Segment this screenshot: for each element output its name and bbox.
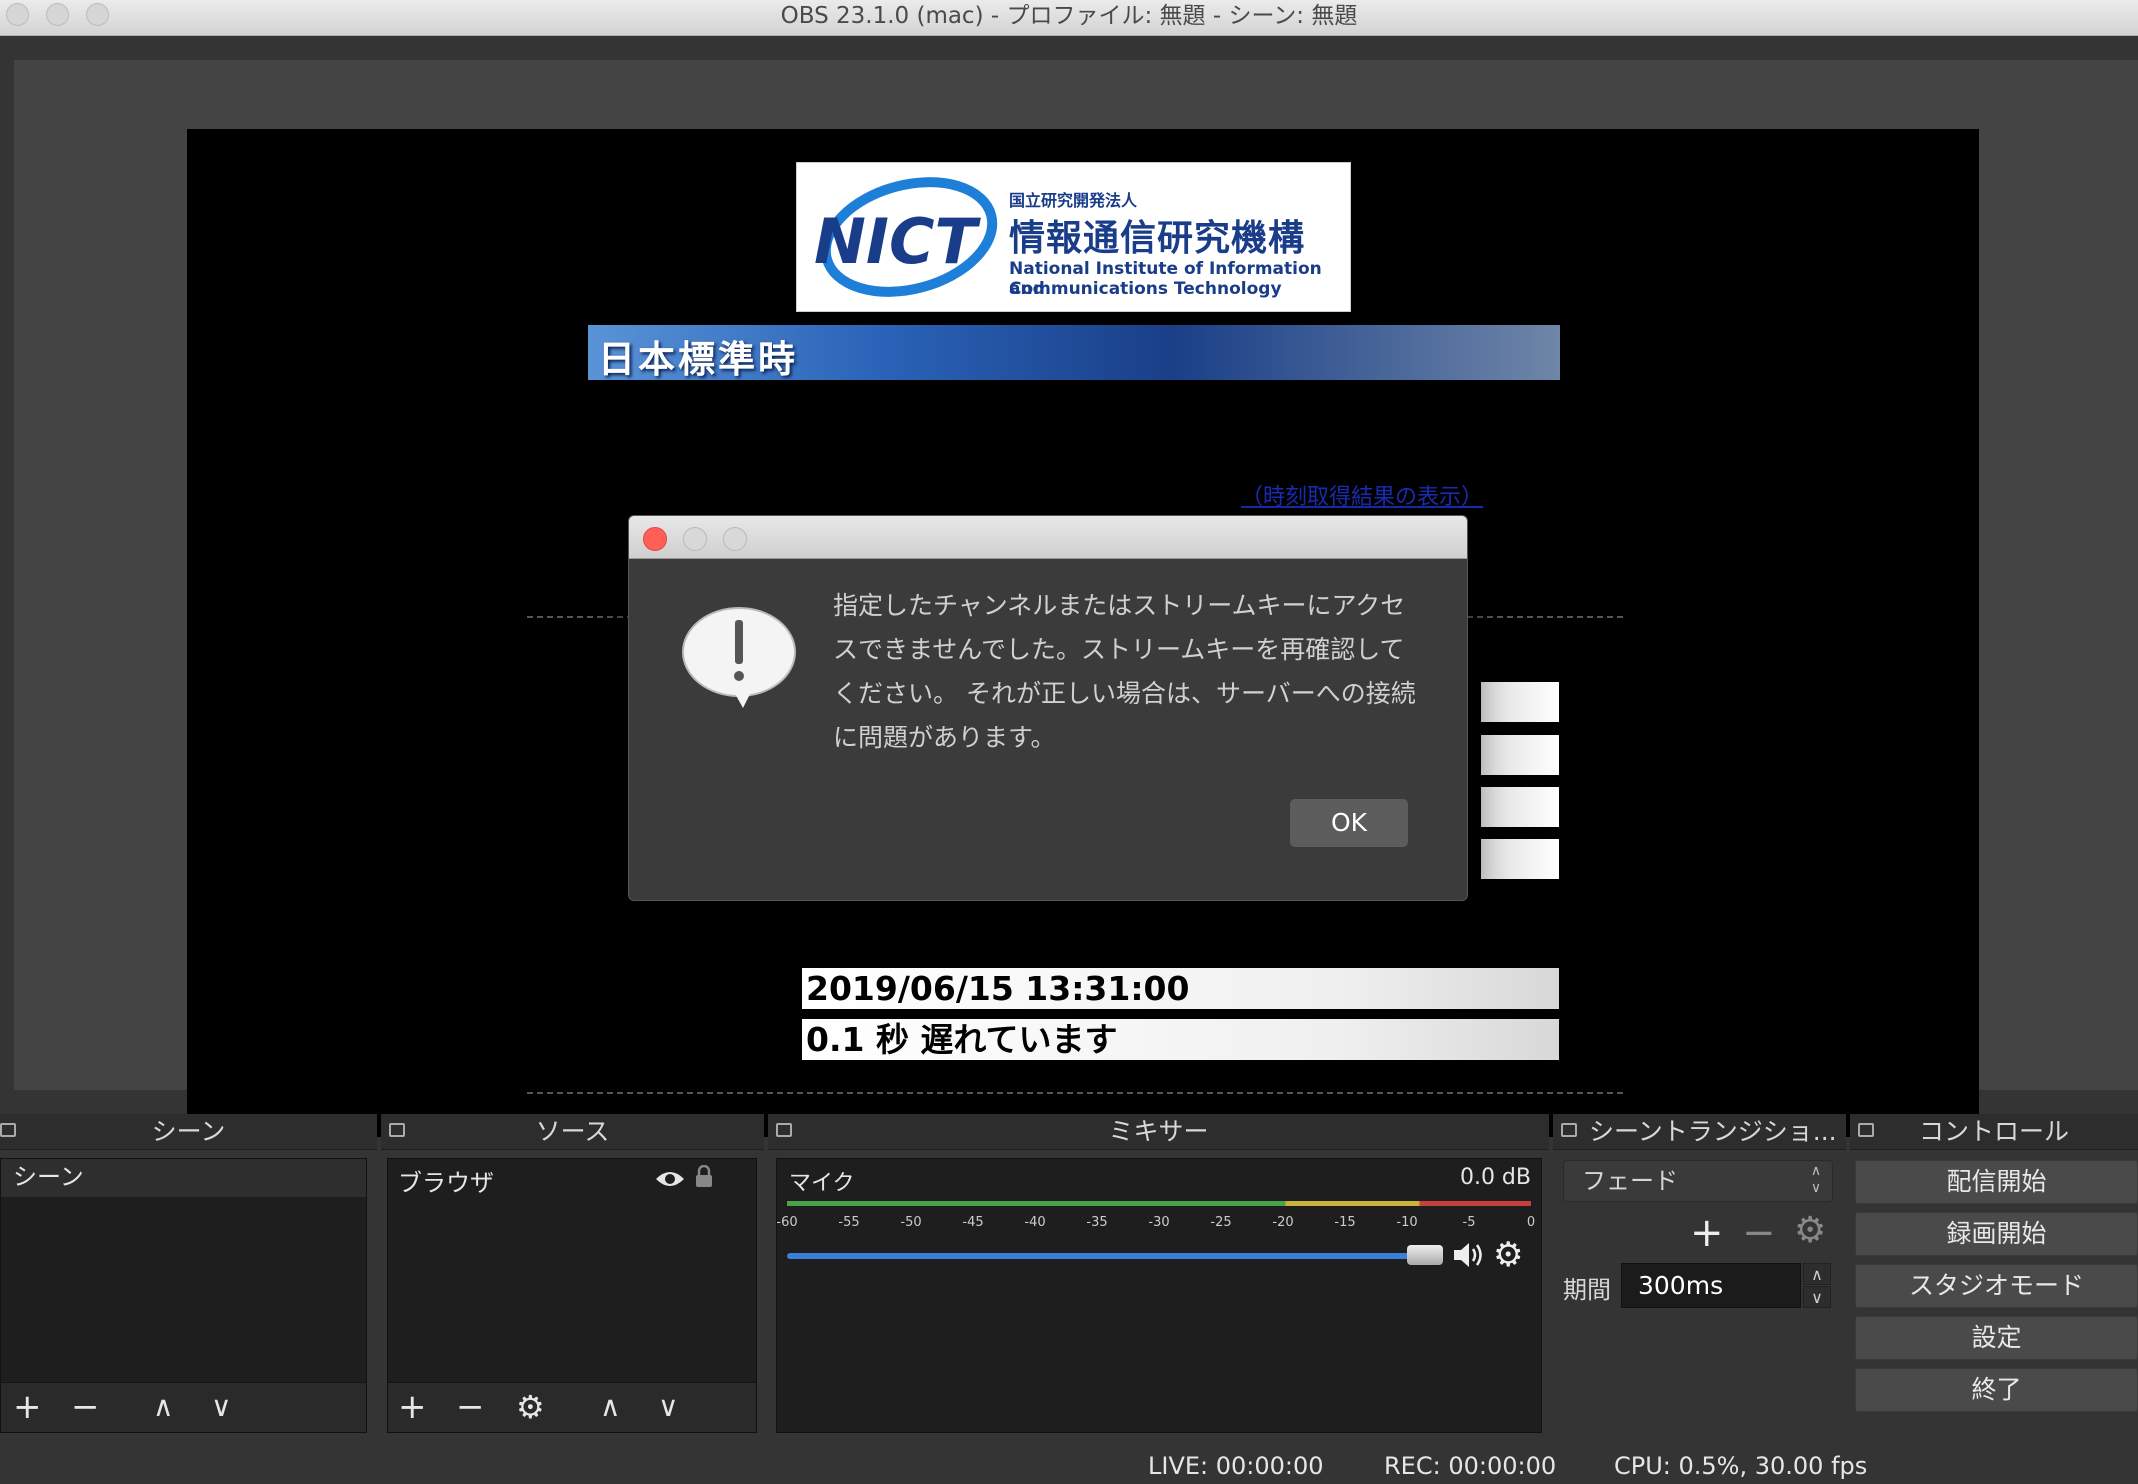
divider — [527, 1092, 1623, 1094]
transition-select[interactable]: フェード ∧ ∨ — [1563, 1160, 1833, 1202]
remove-source-button[interactable]: − — [456, 1389, 485, 1425]
dock-float-icon[interactable] — [776, 1123, 792, 1137]
remove-transition-button[interactable]: − — [1742, 1210, 1776, 1256]
jst-banner: 日本標準時 — [588, 325, 1560, 381]
alert-icon — [682, 607, 796, 708]
meter-tick-label: -45 — [962, 1215, 984, 1230]
volume-meter — [787, 1201, 1531, 1206]
nict-swoosh-icon: NICT — [814, 177, 998, 297]
window-titlebar: OBS 23.1.0 (mac) - プロファイル: 無題 - シーン: 無題 — [0, 0, 2138, 36]
logo-org-name: 情報通信研究機構 — [1009, 218, 1306, 259]
duration-increment-button[interactable]: ∧ — [1803, 1263, 1831, 1285]
error-dialog: 指定したチャンネルまたはストリームキーにアクセスできませんでした。ストリームキー… — [628, 515, 1468, 901]
add-transition-button[interactable]: + — [1690, 1210, 1724, 1256]
mixer-panel: マイク 0.0 dB -60 -55 -50 -45 -40 -35 -30 -25 -20 -1… — [776, 1158, 1542, 1433]
lock-icon[interactable] — [694, 1165, 714, 1189]
visibility-eye-icon[interactable] — [654, 1169, 686, 1189]
settings-button[interactable]: 設定 — [1855, 1316, 2138, 1360]
scenes-dock-title: シーン — [0, 1114, 377, 1150]
dialog-close-button[interactable] — [643, 527, 667, 551]
start-recording-button[interactable]: 録画開始 — [1855, 1212, 2138, 1256]
meter-tick-label: -55 — [838, 1215, 860, 1230]
dock-float-icon[interactable] — [1561, 1123, 1577, 1137]
add-source-button[interactable]: + — [398, 1389, 427, 1425]
duration-label: 期間 — [1563, 1276, 1611, 1304]
input-field — [1481, 735, 1559, 775]
studio-mode-button[interactable]: スタジオモード — [1855, 1264, 2138, 1308]
sources-title-label: ソース — [535, 1117, 610, 1146]
datetime-display: 2019/06/15 13:31:00 — [802, 968, 1559, 1009]
meter-tick-label: -5 — [1462, 1215, 1476, 1230]
offset-display: 0.1 秒 遅れています — [802, 1019, 1559, 1060]
meter-tick-label: -50 — [900, 1215, 922, 1230]
meter-tick-label: -15 — [1334, 1215, 1356, 1230]
mixer-dock-title: ミキサー — [768, 1114, 1549, 1150]
dock-float-icon[interactable] — [1858, 1123, 1874, 1137]
dialog-minimize-button — [683, 527, 707, 551]
input-field — [1481, 682, 1559, 722]
sources-dock-title: ソース — [381, 1114, 764, 1150]
input-field — [1481, 839, 1559, 879]
exit-button[interactable]: 終了 — [1855, 1368, 2138, 1412]
volume-slider-handle[interactable] — [1407, 1245, 1443, 1265]
ok-button[interactable]: OK — [1290, 799, 1408, 847]
dialog-titlebar — [629, 516, 1467, 559]
result-link[interactable]: （時刻取得結果の表示） — [1241, 479, 1483, 511]
meter-tick-label: -40 — [1024, 1215, 1046, 1230]
duration-input[interactable]: 300ms — [1621, 1263, 1801, 1308]
mixer-title-label: ミキサー — [1108, 1117, 1209, 1146]
meter-tick-label: -35 — [1086, 1215, 1108, 1230]
dialog-zoom-button — [723, 527, 747, 551]
jst-banner-text: 日本標準時 — [598, 338, 798, 381]
logo-org-type: 国立研究開発法人 — [1009, 191, 1138, 210]
input-field — [1481, 787, 1559, 827]
scenes-title-label: シーン — [151, 1117, 226, 1146]
mixer-settings-gear-icon[interactable]: ⚙ — [1493, 1235, 1523, 1275]
duration-decrement-button[interactable]: ∨ — [1803, 1286, 1831, 1308]
meter-tick-label: -20 — [1272, 1215, 1294, 1230]
dialog-message: 指定したチャンネルまたはストリームキーにアクセスできませんでした。ストリームキー… — [833, 591, 1416, 752]
source-list-item[interactable]: ブラウザ — [398, 1163, 494, 1198]
mixer-channel-name: マイク — [789, 1171, 855, 1196]
live-status: LIVE: 00:00:00 — [1148, 1452, 1324, 1480]
dock-float-icon[interactable] — [0, 1123, 16, 1137]
meter-tick-label: -30 — [1148, 1215, 1170, 1230]
start-streaming-button[interactable]: 配信開始 — [1855, 1160, 2138, 1204]
meter-tick-label: 0 — [1526, 1215, 1536, 1230]
rec-status: REC: 00:00:00 — [1384, 1452, 1557, 1480]
meter-tick-label: -25 — [1210, 1215, 1232, 1230]
select-arrows-icon: ∧ ∨ — [1810, 1163, 1822, 1196]
svg-text:NICT: NICT — [814, 205, 981, 278]
cpu-status: CPU: 0.5%, 30.00 fps — [1614, 1452, 1868, 1480]
remove-scene-button[interactable]: − — [71, 1389, 100, 1425]
move-scene-up-button[interactable]: ∧ — [153, 1389, 174, 1425]
logo-english-line2: Communications Technology — [1009, 279, 1282, 299]
sources-panel: ブラウザ + − ⚙ ∧ ∨ — [387, 1158, 757, 1433]
transition-selected-value: フェード — [1582, 1167, 1678, 1195]
move-source-up-button[interactable]: ∧ — [600, 1389, 621, 1425]
meter-tick-label: -10 — [1396, 1215, 1418, 1230]
add-scene-button[interactable]: + — [13, 1389, 42, 1425]
transitions-dock-title: シーントランジショ... — [1553, 1114, 1846, 1150]
meter-ticks: -60 -55 -50 -45 -40 -35 -30 -25 -20 -15 -10 -5 0 — [776, 1211, 1535, 1231]
scenes-toolbar: + − ∧ ∨ — [1, 1382, 366, 1432]
mixer-level-db: 0.0 dB — [1459, 1165, 1531, 1190]
move-scene-down-button[interactable]: ∨ — [211, 1389, 232, 1425]
window-title: OBS 23.1.0 (mac) - プロファイル: 無題 - シーン: 無題 — [780, 3, 1358, 29]
nict-logo: NICT 国立研究開発法人 情報通信研究機構 National Institut… — [796, 162, 1351, 312]
dock-float-icon[interactable] — [389, 1123, 405, 1137]
sources-toolbar: + − ⚙ ∧ ∨ — [388, 1382, 756, 1432]
transitions-title-label: シーントランジショ... — [1589, 1117, 1837, 1146]
controls-title-label: コントロール — [1918, 1117, 2069, 1146]
transition-settings-gear-icon[interactable]: ⚙ — [1794, 1210, 1826, 1251]
scenes-panel: シーン + − ∧ ∨ — [0, 1158, 367, 1433]
controls-dock-title: コントロール — [1850, 1114, 2138, 1150]
scene-list-item[interactable]: シーン — [1, 1159, 366, 1197]
volume-slider[interactable] — [787, 1253, 1435, 1259]
speaker-icon[interactable] — [1451, 1239, 1487, 1271]
source-settings-gear-icon[interactable]: ⚙ — [516, 1389, 545, 1425]
move-source-down-button[interactable]: ∨ — [658, 1389, 679, 1425]
meter-tick-label: -60 — [776, 1215, 798, 1230]
